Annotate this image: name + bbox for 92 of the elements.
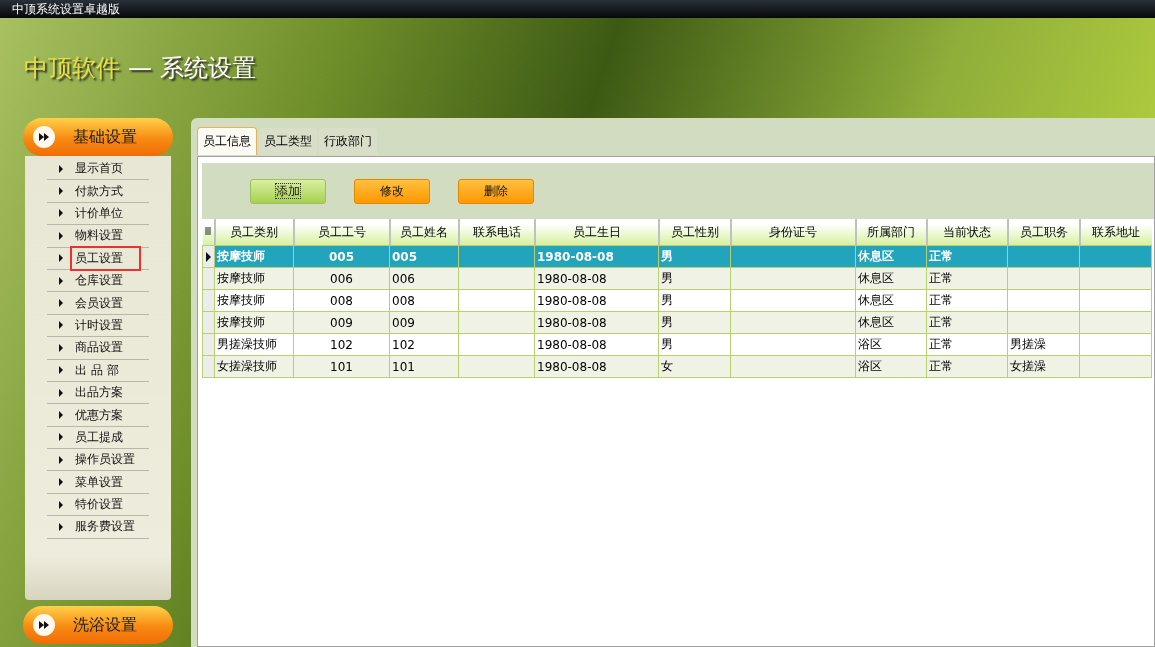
column-header[interactable]: 员工姓名	[389, 219, 459, 246]
table-cell: 009	[330, 315, 353, 330]
table-cell: 102	[330, 337, 353, 352]
table-cell: 正常	[929, 337, 953, 351]
triangle-icon	[59, 433, 63, 442]
table-row[interactable]: 按摩技师 008 008 1980-08-08 男 休息区 正常	[202, 289, 1152, 312]
triangle-icon	[59, 455, 63, 464]
triangle-icon	[59, 500, 63, 509]
table-cell: 006	[392, 271, 415, 286]
triangle-icon	[59, 522, 63, 531]
table-cell: 女	[661, 359, 673, 373]
table-cell: 男	[661, 315, 673, 329]
table-cell: 101	[392, 359, 415, 374]
table-cell: 休息区	[858, 293, 894, 307]
triangle-icon	[59, 276, 63, 285]
table-cell: 女搓澡	[1010, 359, 1046, 373]
column-header[interactable]: 所属部门	[855, 219, 927, 246]
table-cell: 男搓澡	[1010, 337, 1046, 351]
column-header[interactable]: 员工职务	[1007, 219, 1080, 246]
table-cell: 008	[330, 293, 353, 308]
triangle-icon	[59, 343, 63, 352]
triangle-icon	[59, 187, 63, 196]
table-cell: 按摩技师	[217, 315, 265, 329]
column-header[interactable]: 员工生日	[534, 219, 659, 246]
table-cell: 正常	[929, 315, 953, 329]
table-cell: 005	[392, 249, 418, 264]
table-cell: 男搓澡技师	[217, 337, 277, 351]
triangle-icon	[59, 366, 63, 375]
tab[interactable]: 员工信息	[197, 127, 257, 155]
group-button[interactable]: 洗浴设置	[23, 606, 173, 644]
table-cell: 浴区	[858, 359, 882, 373]
page-title: 系统设置	[160, 53, 256, 84]
triangle-icon	[59, 299, 63, 308]
table-cell: 101	[330, 359, 353, 374]
triangle-icon	[59, 254, 63, 263]
table-cell: 男	[661, 271, 673, 285]
table-cell: 1980-08-08	[537, 271, 607, 286]
table-cell: 正常	[929, 293, 953, 307]
toolbar-button[interactable]: 添加	[250, 178, 326, 204]
table-row[interactable]: 女搓澡技师 101 101 1980-08-08 女 浴区 正常 女搓澡	[202, 355, 1152, 378]
table-row[interactable]: 按摩技师 006 006 1980-08-08 男 休息区 正常	[202, 267, 1152, 290]
table-row[interactable]: 按摩技师 009 009 1980-08-08 男 休息区 正常	[202, 311, 1152, 334]
column-header[interactable]: 联系电话	[458, 219, 535, 246]
menu-item[interactable]: 员工设置	[70, 245, 141, 271]
column-header[interactable]: 身份证号	[730, 219, 856, 246]
toolbar-button[interactable]: 删除	[458, 178, 534, 204]
table-cell: 008	[392, 293, 415, 308]
table-cell: 男	[661, 249, 673, 263]
table-cell: 1980-08-08	[537, 337, 607, 352]
table-cell: 女搓澡技师	[217, 359, 277, 373]
tab[interactable]: 员工类型	[259, 128, 317, 155]
table-cell: 1980-08-08	[537, 359, 607, 374]
column-chooser-icon[interactable]	[202, 219, 215, 246]
column-header[interactable]: 员工工号	[293, 219, 390, 246]
column-header[interactable]: 员工类别	[214, 219, 294, 246]
triangle-icon	[59, 231, 63, 240]
table-cell: 006	[330, 271, 353, 286]
table-cell: 102	[392, 337, 415, 352]
title-separator: —	[128, 54, 152, 82]
table-cell: 按摩技师	[217, 293, 265, 307]
table-cell: 按摩技师	[217, 271, 265, 285]
triangle-icon	[59, 411, 63, 419]
column-header[interactable]: 当前状态	[926, 219, 1008, 246]
table-cell: 正常	[929, 271, 953, 285]
triangle-icon	[59, 321, 63, 330]
table-cell: 005	[328, 249, 355, 264]
tab[interactable]: 行政部门	[319, 128, 377, 155]
table-cell: 正常	[929, 249, 953, 263]
table-cell: 浴区	[858, 337, 882, 351]
table-cell: 男	[661, 293, 673, 307]
triangle-icon	[59, 478, 63, 487]
toolbar-button[interactable]: 修改	[354, 178, 430, 204]
brand-title: 中顶软件	[24, 53, 120, 84]
table-cell: 休息区	[858, 249, 894, 263]
window-title: 中顶系统设置卓越版	[12, 0, 120, 18]
triangle-icon	[59, 388, 63, 397]
table-cell: 按摩技师	[217, 249, 265, 263]
table-cell: 休息区	[858, 315, 894, 329]
table-cell: 1980-08-08	[537, 293, 607, 308]
table-cell: 男	[661, 337, 673, 351]
table-cell: 009	[392, 315, 415, 330]
menu-item[interactable]: 计价单位	[70, 201, 141, 226]
table-cell: 正常	[929, 359, 953, 373]
triangle-icon	[59, 164, 63, 173]
table-row[interactable]: 男搓澡技师 102 102 1980-08-08 男 浴区 正常 男搓澡	[202, 333, 1152, 356]
table-cell: 1980-08-08	[537, 315, 607, 330]
table-cell: 1980-08-08	[537, 249, 614, 264]
triangle-icon	[59, 209, 63, 218]
table-cell: 休息区	[858, 271, 894, 285]
group-button[interactable]: 基础设置	[23, 118, 173, 156]
column-header[interactable]: 联系地址	[1079, 219, 1152, 246]
column-header[interactable]: 员工性别	[658, 219, 731, 246]
